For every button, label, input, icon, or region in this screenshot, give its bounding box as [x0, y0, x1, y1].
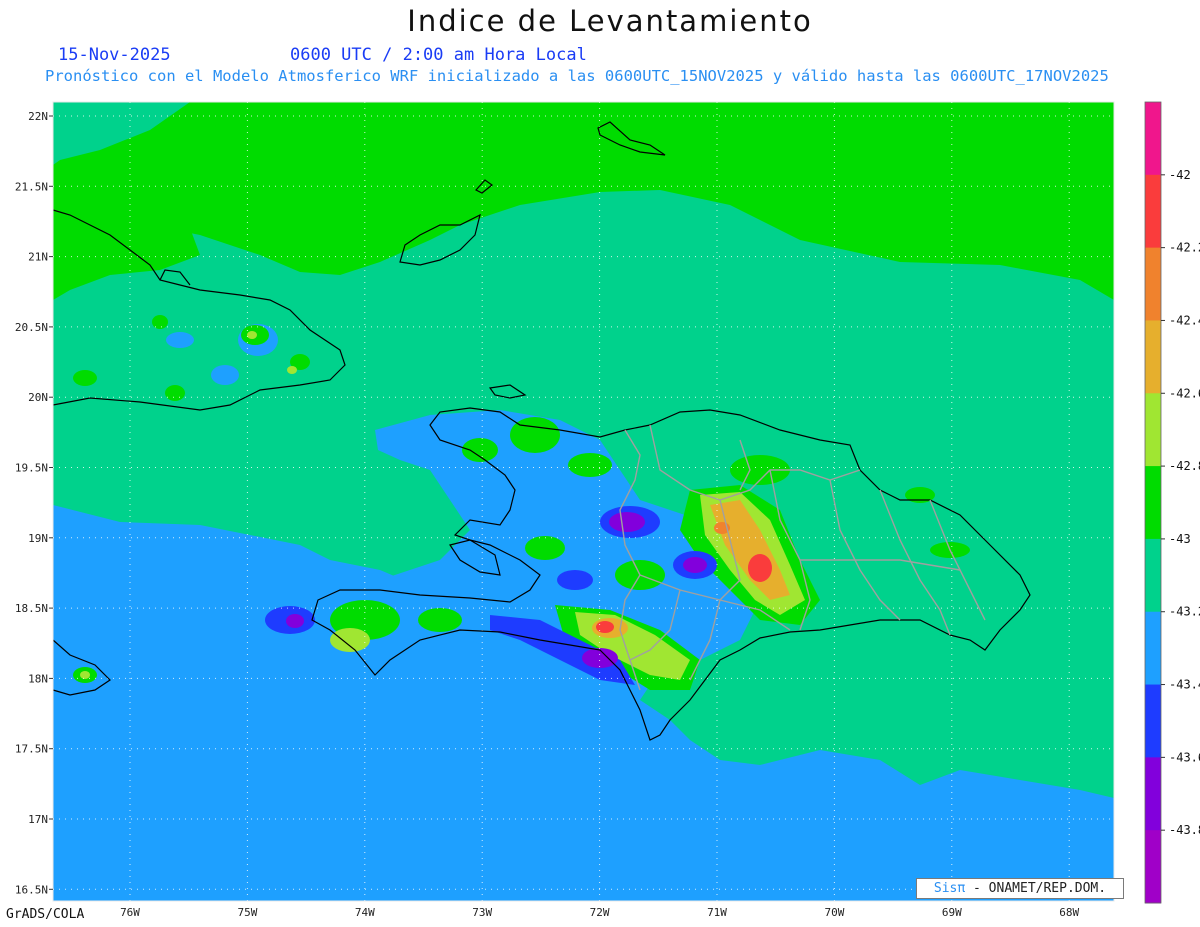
lon-tick-label: 70W [824, 906, 844, 919]
sis-logo-text: Sisπ [933, 881, 966, 896]
cuba-blue-patch [166, 332, 194, 348]
hispaniola-green-patch [525, 536, 565, 560]
field-layer [53, 102, 1114, 901]
colorbar-segment [1145, 538, 1161, 613]
grads-credit: GrADS/COLA [6, 907, 85, 922]
lat-tick-label: 18N [28, 672, 48, 685]
colorbar-segment [1145, 684, 1161, 758]
colorbar-label: -43 [1169, 532, 1191, 546]
colorbar-labels: -42 -42.2 -42.4 -42.6 -42.8 -43 -43.2 -43.4 -43.… [1161, 168, 1200, 837]
colorbar-segment [1145, 174, 1161, 249]
cuba-lime-patch [247, 331, 257, 339]
colorbar-label: -42 [1169, 168, 1191, 182]
minimum-purple-core [286, 614, 304, 628]
cuba-green-patch [152, 315, 168, 329]
lon-tick-label: 72W [590, 906, 610, 919]
colorbar-label: -42.4 [1169, 313, 1200, 327]
cuba-blue-patch [211, 365, 239, 385]
colorbar-label: -42.6 [1169, 386, 1200, 400]
lon-tick-label: 69W [942, 906, 962, 919]
lifted-index-map: 22N 21.5N 21N 20.5N 20N 19.5N 19N 18.5N 18N 17.5N… [15, 101, 1200, 919]
colorbar-label: -43.2 [1169, 605, 1200, 619]
lon-tick-label: 74W [355, 906, 375, 919]
jamaica-lime-patch [80, 671, 90, 679]
central-red-core [748, 554, 772, 582]
lat-tick-label: 18.5N [15, 602, 48, 615]
colorbar-segment [1145, 247, 1161, 321]
lat-tick-label: 22N [28, 110, 48, 123]
lat-tick-label: 19.5N [15, 462, 48, 475]
minimum-purple-core [683, 557, 707, 573]
colorbar-segment [1145, 466, 1161, 540]
lon-tick-label: 71W [707, 906, 727, 919]
lat-tick-label: 20.5N [15, 321, 48, 334]
hispaniola-green-patch [510, 417, 560, 453]
lat-tick-label: 17.5N [15, 743, 48, 756]
minimum-purple-core [582, 648, 618, 668]
colorbar-label: -42.8 [1169, 459, 1200, 473]
hispaniola-green-patch [462, 438, 498, 462]
hispaniola-green-patch [568, 453, 612, 477]
cuba-lime-patch [287, 366, 297, 374]
lat-tick-label: 19N [28, 532, 48, 545]
longitude-axis: 76W 75W 74W 73W 72W 71W 70W 69W 68W [120, 906, 1079, 919]
colorbar-segment [1145, 393, 1161, 467]
lat-tick-label: 17N [28, 813, 48, 826]
cuba-green-patch [165, 385, 185, 401]
cuba-green-patch [73, 370, 97, 386]
lat-tick-label: 21.5N [15, 180, 48, 193]
minimum-blue-area [557, 570, 593, 590]
lat-tick-label: 21N [28, 251, 48, 264]
lon-tick-label: 75W [237, 906, 257, 919]
colorbar-label: -43.6 [1169, 750, 1200, 764]
hispaniola-green-patch [418, 608, 462, 632]
colorbar [1144, 101, 1162, 904]
source-badge: Sisπ - ONAMET/REP.DOM. [916, 878, 1124, 899]
org-label: - ONAMET/REP.DOM. [965, 881, 1107, 896]
hispaniola-lime-patch [330, 628, 370, 652]
south-red-core [596, 621, 614, 633]
lat-tick-label: 16.5N [15, 883, 48, 896]
colorbar-label: -43.8 [1169, 823, 1200, 837]
colorbar-segment [1145, 611, 1161, 686]
colorbar-segment [1145, 320, 1161, 394]
colorbar-segment [1145, 102, 1161, 176]
minimum-purple-core [609, 512, 645, 532]
colorbar-label: -43.4 [1169, 678, 1200, 692]
lon-tick-label: 68W [1059, 906, 1079, 919]
colorbar-segment [1145, 830, 1161, 904]
lon-tick-label: 73W [472, 906, 492, 919]
colorbar-label: -42.2 [1169, 241, 1200, 255]
lat-tick-label: 20N [28, 391, 48, 404]
lon-tick-label: 76W [120, 906, 140, 919]
colorbar-segment [1145, 757, 1161, 831]
latitude-axis: 22N 21.5N 21N 20.5N 20N 19.5N 19N 18.5N 18N 17.5N… [15, 110, 53, 896]
